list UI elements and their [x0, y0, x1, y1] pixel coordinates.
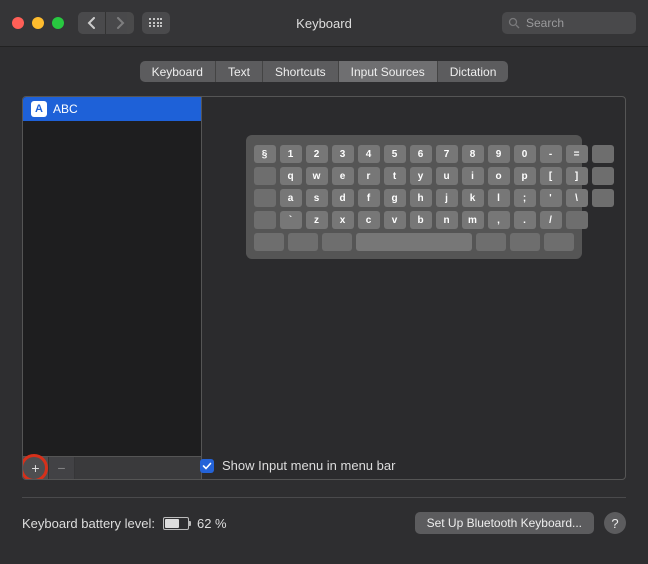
source-sidebar: A ABC + − — [23, 97, 202, 479]
close-button[interactable] — [12, 17, 24, 29]
tab-dictation[interactable]: Dictation — [438, 61, 509, 82]
back-button[interactable] — [78, 12, 106, 34]
bluetooth-setup-button[interactable]: Set Up Bluetooth Keyboard... — [415, 512, 594, 534]
key: h — [410, 189, 432, 207]
key: d — [332, 189, 354, 207]
zoom-button[interactable] — [52, 17, 64, 29]
check-icon — [202, 461, 212, 471]
key: 7 — [436, 145, 458, 163]
key: = — [566, 145, 588, 163]
key: n — [436, 211, 458, 229]
key: . — [514, 211, 536, 229]
footer-divider — [22, 497, 626, 498]
key: l — [488, 189, 510, 207]
key: 6 — [410, 145, 432, 163]
key: 8 — [462, 145, 484, 163]
search-icon — [508, 17, 520, 29]
key: a — [280, 189, 302, 207]
key: § — [254, 145, 276, 163]
remove-source-button[interactable]: − — [49, 457, 75, 479]
key: 0 — [514, 145, 536, 163]
footer: Keyboard battery level: 62 % Set Up Blue… — [22, 512, 626, 534]
input-sources-panel: A ABC + − §1234567890-= qwertyuiop[] asdfgh… — [22, 96, 626, 480]
battery-icon — [163, 517, 189, 530]
battery-percent: 62 % — [197, 516, 227, 531]
tab-bar: KeyboardTextShortcutsInput SourcesDictat… — [0, 61, 648, 82]
key: 5 — [384, 145, 406, 163]
source-list[interactable]: A ABC — [23, 97, 201, 456]
grid-icon — [149, 18, 163, 28]
key: ] — [566, 167, 588, 185]
tab-input-sources[interactable]: Input Sources — [339, 61, 438, 82]
key: v — [384, 211, 406, 229]
show-input-menu-checkbox[interactable] — [200, 459, 214, 473]
show-input-menu-row[interactable]: Show Input menu in menu bar — [200, 458, 648, 473]
battery-status: Keyboard battery level: 62 % — [22, 516, 227, 531]
key: f — [358, 189, 380, 207]
key: ' — [540, 189, 562, 207]
key: x — [332, 211, 354, 229]
keyboard-preview-area: §1234567890-= qwertyuiop[] asdfghjkl;'\ `zx… — [202, 97, 625, 479]
source-icon: A — [31, 101, 47, 117]
key: ; — [514, 189, 536, 207]
add-remove-bar: + − — [23, 456, 201, 479]
show-input-menu-label: Show Input menu in menu bar — [222, 458, 395, 473]
key: k — [462, 189, 484, 207]
key: c — [358, 211, 380, 229]
key: i — [462, 167, 484, 185]
key: 9 — [488, 145, 510, 163]
key: j — [436, 189, 458, 207]
key: [ — [540, 167, 562, 185]
forward-button[interactable] — [106, 12, 134, 34]
help-button[interactable]: ? — [604, 512, 626, 534]
nav-buttons — [78, 12, 134, 34]
key: , — [488, 211, 510, 229]
key: 2 — [306, 145, 328, 163]
traffic-lights — [12, 17, 64, 29]
tab-keyboard[interactable]: Keyboard — [140, 61, 216, 82]
key: p — [514, 167, 536, 185]
key: / — [540, 211, 562, 229]
key: z — [306, 211, 328, 229]
key: - — [540, 145, 562, 163]
key: s — [306, 189, 328, 207]
keyboard-preview: §1234567890-=qwertyuiop[]asdfghjkl;'\`zx… — [246, 135, 582, 259]
key: y — [410, 167, 432, 185]
key: w — [306, 167, 328, 185]
tab-shortcuts[interactable]: Shortcuts — [263, 61, 339, 82]
search-input[interactable] — [524, 15, 618, 31]
window-title: Keyboard — [296, 16, 352, 31]
key: r — [358, 167, 380, 185]
source-label: ABC — [53, 102, 78, 116]
key: t — [384, 167, 406, 185]
titlebar: Keyboard — [0, 0, 648, 47]
key: q — [280, 167, 302, 185]
key: g — [384, 189, 406, 207]
add-source-button[interactable]: + — [23, 457, 49, 479]
key: 4 — [358, 145, 380, 163]
key: b — [410, 211, 432, 229]
battery-fill — [165, 519, 179, 528]
key: m — [462, 211, 484, 229]
tab-text[interactable]: Text — [216, 61, 263, 82]
footer-right: Set Up Bluetooth Keyboard... ? — [415, 512, 626, 534]
minimize-button[interactable] — [32, 17, 44, 29]
key: \ — [566, 189, 588, 207]
key: 1 — [280, 145, 302, 163]
key: e — [332, 167, 354, 185]
key: o — [488, 167, 510, 185]
battery-label: Keyboard battery level: — [22, 516, 155, 531]
keyboard-prefs-window: Keyboard KeyboardTextShortcutsInput Sour… — [0, 0, 648, 564]
search-field[interactable] — [502, 12, 636, 34]
source-item[interactable]: A ABC — [23, 97, 201, 121]
key: ` — [280, 211, 302, 229]
show-all-button[interactable] — [142, 12, 170, 34]
key: 3 — [332, 145, 354, 163]
key: u — [436, 167, 458, 185]
